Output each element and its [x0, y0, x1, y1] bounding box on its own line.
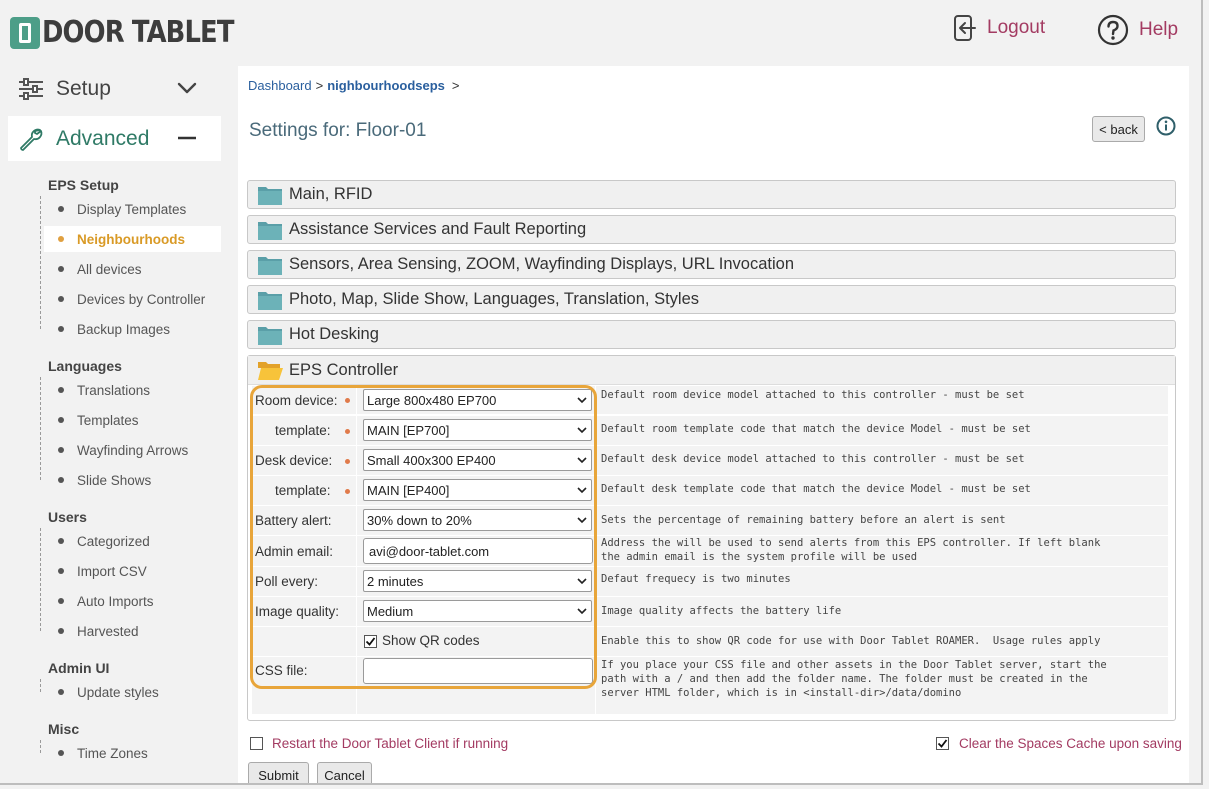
main-panel: Dashboard > nighbourhoodseps > Settings for… [238, 66, 1189, 783]
logo-door-icon [10, 16, 40, 49]
help-link[interactable]: Help [1097, 14, 1178, 46]
logout-label: Logout [987, 17, 1046, 38]
section-assistance-services[interactable]: Assistance Services and Fault Reporting [247, 215, 1176, 244]
sidebar-item-slide-shows[interactable]: Slide Shows [44, 467, 221, 493]
tree-line [40, 196, 41, 329]
help-icon [1097, 14, 1129, 46]
sidebar-item-backup-images[interactable]: Backup Images [44, 316, 221, 342]
folder-open-icon [258, 362, 283, 380]
css-file-desc-line3: server HTML folder, which is in <install… [601, 687, 962, 699]
restart-client-checkbox[interactable] [250, 737, 263, 750]
checkmark-icon [937, 739, 948, 748]
section-hot-desking[interactable]: Hot Desking [247, 320, 1176, 349]
collapse-minus-icon [178, 136, 196, 140]
sidebar-item-update-styles[interactable]: Update styles [44, 679, 221, 705]
section-title: Sensors, Area Sensing, ZOOM, Wayfinding … [289, 255, 794, 273]
tree-line [40, 377, 41, 480]
section-title: Main, RFID [289, 185, 373, 203]
logout-link[interactable]: Logout [953, 14, 1045, 42]
sliders-icon [19, 77, 43, 100]
breadcrumb-current-link[interactable]: nighbourhoodseps [327, 78, 445, 93]
room-template-desc: Default room template code that match th… [601, 423, 1031, 435]
door-tablet-logo[interactable]: DOOR TABLET [10, 15, 265, 50]
section-sensors[interactable]: Sensors, Area Sensing, ZOOM, Wayfinding … [247, 250, 1176, 279]
sidebar-item-all-devices[interactable]: All devices [44, 256, 221, 282]
section-title: Photo, Map, Slide Show, Languages, Trans… [289, 290, 700, 308]
sidebar-item-templates[interactable]: Templates [44, 407, 221, 433]
app-window: DOOR TABLET Logout Help Setup Advanced E… [0, 0, 1203, 785]
sidebar-item-neighbourhoods[interactable]: Neighbourhoods [44, 226, 221, 252]
page-title: Settings for: Floor-01 [249, 120, 427, 141]
sidebar-item-time-zones[interactable]: Time Zones [44, 740, 221, 766]
cancel-button[interactable]: Cancel [317, 762, 372, 783]
highlight-box [250, 385, 597, 689]
sidebar-item-auto-imports[interactable]: Auto Imports [44, 588, 221, 614]
battery-alert-desc: Sets the percentage of remaining battery… [601, 514, 1006, 526]
sidebar-item-translations[interactable]: Translations [44, 377, 221, 403]
wrench-icon [20, 128, 43, 151]
sidebar-section-eps-setup: EPS Setup [48, 177, 119, 193]
room-device-desc: Default room device model attached to th… [601, 389, 1025, 401]
tree-line [40, 740, 41, 753]
sidebar-item-import-csv[interactable]: Import CSV [44, 558, 221, 584]
sidebar-advanced[interactable]: Advanced [8, 116, 221, 161]
sidebar-section-users: Users [48, 509, 87, 525]
breadcrumb: Dashboard > nighbourhoodseps > [248, 78, 460, 93]
sidebar-section-misc: Misc [48, 721, 80, 737]
css-file-desc-line1: If you place your CSS file and other ass… [601, 659, 1107, 671]
section-main-rfid[interactable]: Main, RFID [247, 180, 1176, 209]
folder-icon [258, 256, 282, 275]
back-button[interactable]: < back [1092, 116, 1145, 142]
help-label: Help [1139, 19, 1179, 40]
logo-text: DOOR TABLET [42, 15, 234, 50]
sidebar-item-categorized[interactable]: Categorized [44, 528, 221, 554]
sidebar-item-harvested[interactable]: Harvested [44, 618, 221, 644]
section-eps-controller-header[interactable]: EPS Controller [248, 356, 1175, 385]
sidebar-advanced-label: Advanced [56, 126, 150, 150]
tree-line [40, 679, 41, 692]
section-title: Hot Desking [289, 325, 379, 343]
sidebar-item-wayfinding-arrows[interactable]: Wayfinding Arrows [44, 437, 221, 463]
sidebar-item-display-templates[interactable]: Display Templates [44, 196, 221, 222]
folder-icon [258, 221, 282, 240]
sidebar-section-admin-ui: Admin UI [48, 660, 110, 676]
clear-cache-label[interactable]: Clear the Spaces Cache upon saving [959, 736, 1182, 751]
sidebar-item-devices-by-controller[interactable]: Devices by Controller [44, 286, 221, 312]
section-title: EPS Controller [289, 360, 399, 379]
sidebar-setup-label: Setup [56, 76, 111, 100]
poll-every-desc: Defaut frequecy is two minutes [601, 573, 791, 585]
breadcrumb-dashboard-link[interactable]: Dashboard [248, 78, 312, 93]
folder-icon [258, 291, 282, 310]
desk-device-desc: Default desk device model attached to th… [601, 453, 1025, 465]
folder-icon [258, 186, 282, 205]
desk-template-desc: Default desk template code that match th… [601, 483, 1031, 495]
clear-cache-checkbox[interactable] [936, 737, 949, 750]
logout-icon [954, 15, 976, 41]
tree-line [40, 528, 41, 631]
admin-email-desc-line1: Address the will be used to send alerts … [601, 537, 1101, 549]
chevron-down-icon [177, 82, 197, 94]
css-file-desc-line2: path with a / and then add the folder na… [601, 673, 1088, 685]
section-photo-map[interactable]: Photo, Map, Slide Show, Languages, Trans… [247, 285, 1176, 314]
info-icon[interactable] [1156, 116, 1176, 136]
admin-email-desc-line2: the admin email is the system profile wi… [601, 551, 918, 563]
sidebar-section-languages: Languages [48, 358, 122, 374]
folder-icon [258, 326, 282, 345]
restart-client-label[interactable]: Restart the Door Tablet Client if runnin… [272, 736, 508, 751]
image-quality-desc: Image quality affects the battery life [601, 605, 842, 617]
submit-button[interactable]: Submit [248, 762, 309, 783]
sidebar-setup[interactable]: Setup [8, 66, 221, 111]
section-title: Assistance Services and Fault Reporting [289, 220, 587, 238]
show-qr-desc: Enable this to show QR code for use with… [601, 635, 1101, 647]
